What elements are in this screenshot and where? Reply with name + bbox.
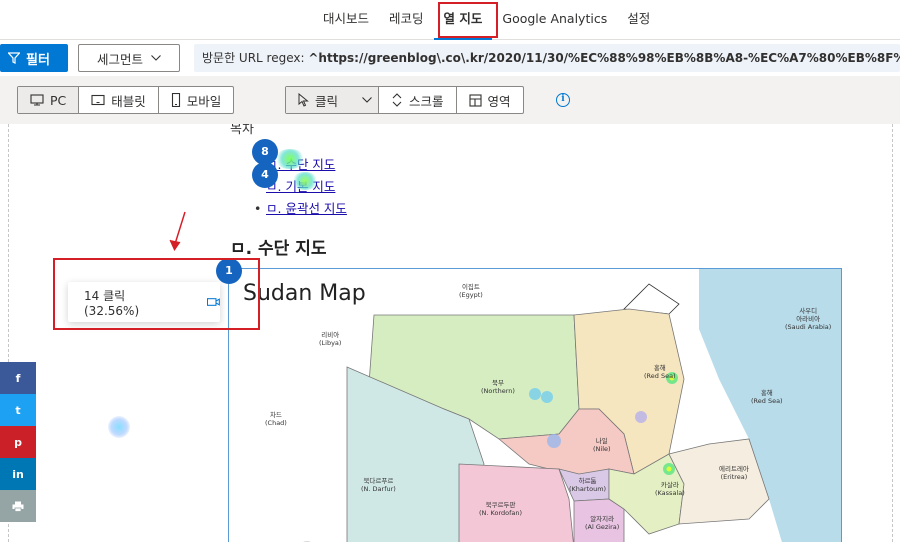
- monitor-icon: [30, 94, 44, 106]
- device-tablet-button[interactable]: 태블릿: [79, 87, 159, 113]
- device-mobile-button[interactable]: 모바일: [159, 87, 234, 113]
- map-label: 북다르푸르 (N. Darfur): [361, 477, 396, 493]
- map-label: 북쿠르두판 (N. Kordofan): [479, 501, 523, 517]
- filter-row: 필터 세그먼트 방문한 URL regex: ^https://greenblo…: [0, 40, 900, 76]
- share-twitter-button[interactable]: t: [0, 394, 36, 426]
- mode-click-button[interactable]: 클릭: [286, 87, 380, 113]
- tablet-icon: [91, 94, 105, 106]
- chevron-down-icon: [362, 97, 372, 103]
- mode-scroll-button[interactable]: 스크롤: [379, 87, 457, 113]
- canvas-right-guide: [892, 124, 893, 542]
- map-title: Sudan Map: [243, 281, 366, 306]
- url-filter-value: ^https://greenblog\.co\.kr/2020/11/30/%E…: [308, 51, 900, 65]
- mode-scroll-label: 스크롤: [409, 93, 444, 109]
- heatmap-toolbar: PC 태블릿 모바일 클릭 스크롤 영역 i: [0, 76, 900, 124]
- tab-recordings[interactable]: 레코딩: [379, 0, 434, 40]
- tooltip-click-count: 14 클릭 (32.56%): [84, 288, 140, 318]
- url-filter-chip[interactable]: 방문한 URL regex: ^https://greenblog\.co\.k…: [194, 44, 900, 72]
- info-icon[interactable]: i: [556, 93, 570, 107]
- scroll-arrows-icon: [392, 93, 402, 107]
- toc-title: 목차: [230, 124, 254, 137]
- twitter-icon: t: [15, 403, 21, 417]
- map-label: 홍해 (Red Sea): [644, 364, 676, 380]
- heatmap-mode-selector: 클릭 스크롤 영역: [285, 86, 524, 114]
- segment-dropdown[interactable]: 세그먼트: [78, 44, 180, 72]
- map-label: 알자지라 (Al Gezira): [585, 515, 620, 531]
- chevron-down-icon: [151, 55, 161, 61]
- map-label: 하르툼 (Khartoum): [569, 477, 607, 493]
- mobile-icon: [171, 93, 180, 107]
- section-heading: ㅁ. 수단 지도: [230, 239, 327, 259]
- printer-icon: [12, 501, 24, 512]
- linkedin-icon: in: [12, 467, 24, 481]
- map-label: 나일 (Nile): [593, 437, 611, 453]
- tab-settings[interactable]: 설정: [617, 0, 660, 40]
- click-count-badge[interactable]: 1: [216, 258, 242, 284]
- map-label: 이집트 (Egypt): [459, 283, 483, 299]
- share-print-button[interactable]: [0, 490, 36, 522]
- facebook-icon: f: [15, 371, 21, 385]
- tab-google-analytics[interactable]: Google Analytics: [492, 0, 617, 40]
- tab-list: 대시보드 레코딩 열 지도 Google Analytics 설정: [313, 0, 660, 40]
- device-tablet-label: 태블릿: [111, 93, 146, 109]
- map-label: 카살라 (Kassala): [655, 481, 685, 497]
- tab-dashboard[interactable]: 대시보드: [313, 0, 379, 40]
- area-grid-icon: [468, 93, 482, 107]
- mode-click-label: 클릭: [315, 93, 339, 109]
- mode-area-label: 영역: [487, 93, 511, 109]
- funnel-icon: [8, 52, 20, 64]
- url-filter-prefix: 방문한 URL regex:: [202, 51, 309, 65]
- mode-area-button[interactable]: 영역: [457, 87, 523, 113]
- share-facebook-button[interactable]: f: [0, 362, 36, 394]
- toc-item-outline[interactable]: ㅁ. 윤곽선 지도: [254, 198, 347, 220]
- share-linkedin-button[interactable]: in: [0, 458, 36, 490]
- map-label: 에리트레아 (Eritrea): [719, 465, 749, 481]
- map-label: 홍해 (Red Sea): [751, 389, 783, 405]
- map-label: 차드 (Chad): [265, 411, 287, 427]
- share-pinterest-button[interactable]: p: [0, 426, 36, 458]
- top-nav: 대시보드 레코딩 열 지도 Google Analytics 설정: [0, 0, 900, 40]
- click-tooltip: 14 클릭 (32.56%): [68, 282, 220, 322]
- segment-label: 세그먼트: [97, 51, 144, 67]
- heatmap-canvas: 목차 ㅁ. 수단 지도 ㅁ. 기본 지도 ㅁ. 윤곽선 지도 8 4 ㅁ. 수단…: [0, 124, 900, 542]
- map-label: 북부 (Northern): [481, 379, 515, 395]
- map-label: 사우디 아라비아 (Saudi Arabia): [785, 307, 832, 331]
- device-pc-button[interactable]: PC: [18, 87, 80, 113]
- filter-label: 필터: [26, 52, 50, 68]
- map-shapes: [229, 269, 841, 542]
- device-selector: PC 태블릿 모바일: [17, 86, 235, 114]
- red-arrow-icon: [169, 211, 186, 252]
- device-mobile-label: 모바일: [186, 93, 222, 109]
- device-pc-label: PC: [50, 92, 67, 108]
- click-count-badge[interactable]: 4: [252, 162, 278, 188]
- heat-spot: [108, 416, 130, 438]
- cursor-icon: [298, 93, 309, 107]
- video-camera-icon[interactable]: [206, 297, 220, 307]
- pinterest-icon: p: [14, 435, 22, 449]
- tab-heatmaps[interactable]: 열 지도: [433, 0, 493, 40]
- map-label: 리비아 (Libya): [319, 331, 342, 347]
- sudan-map-image: Sudan Map 이집트 (Egypt) 리비아 (Libya) 사우디 아라…: [228, 268, 842, 542]
- filter-button[interactable]: 필터: [0, 44, 68, 72]
